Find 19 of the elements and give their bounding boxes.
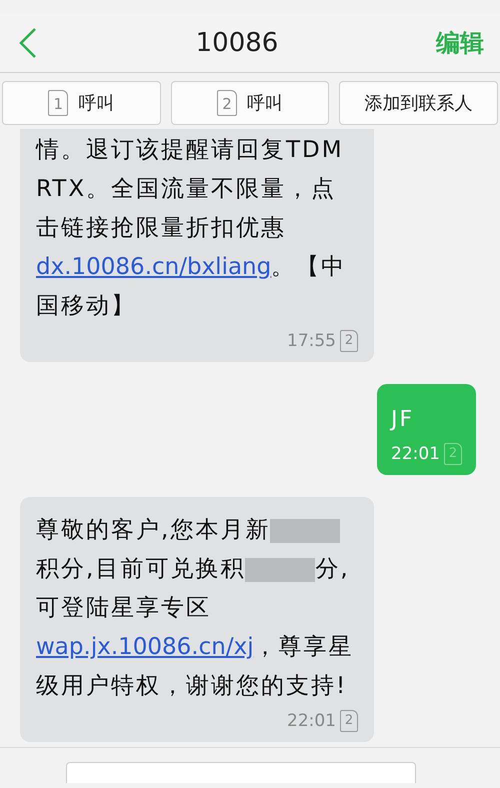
add-contact-button[interactable]: 添加到联系人 [339, 81, 498, 125]
sim-label: 2 [340, 710, 358, 732]
message-text: JF [391, 406, 416, 434]
redaction-blur [245, 558, 316, 582]
redaction-blur [270, 518, 340, 543]
message-time: 17:55 [287, 331, 336, 351]
message-input-field[interactable] [66, 762, 416, 783]
message-text: 尊敬的客户,您本月新 积分,目前可兑换积 分,可登陆星享专区 wap.jx.10086.cn/xj，尊享星级用户特权，谢谢您的支持! [36, 516, 355, 701]
back-icon[interactable] [18, 27, 38, 59]
message-time: 22:01 [287, 711, 336, 731]
message-link[interactable]: dx.10086.cn/bxliang [36, 254, 272, 280]
call-button[interactable]: 2 呼叫 [170, 81, 330, 125]
sim-label: 2 [340, 330, 358, 352]
sim-label: 2 [444, 443, 462, 465]
message-link[interactable]: wap.jx.10086.cn/xj [36, 634, 254, 660]
message-text: 情。退订该提醒请回复TDMRTX。全国流量不限量，点击链接抢限量折扣优惠 dx.10086.cn/bxliang。【中国移动】 [36, 136, 348, 321]
message-time: 22:01 [391, 444, 440, 464]
contact-title: 10086 [196, 28, 278, 58]
call-button[interactable]: 1 呼叫 [2, 81, 161, 125]
